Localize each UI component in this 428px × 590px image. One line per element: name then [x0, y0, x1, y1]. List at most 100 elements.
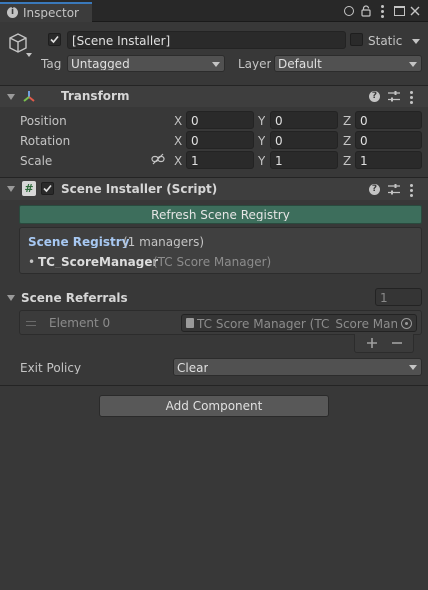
script-title: Scene Installer (Script) — [61, 183, 218, 195]
position-z-value: 0 — [360, 115, 368, 127]
tab-bar: i Inspector — [0, 0, 428, 22]
axis-z-label[interactable]: Z — [343, 115, 351, 127]
script-enabled-checkbox[interactable] — [41, 182, 54, 195]
position-z-field[interactable]: 0 — [355, 111, 422, 129]
divider — [0, 385, 428, 386]
exit-policy-label: Exit Policy — [20, 362, 82, 374]
circle-icon[interactable] — [344, 6, 354, 16]
refresh-registry-label: Refresh Scene Registry — [151, 209, 290, 221]
static-checkbox[interactable] — [350, 33, 363, 46]
context-menu-icon[interactable] — [410, 91, 413, 106]
position-y-field[interactable]: 0 — [270, 111, 338, 129]
axis-y-label[interactable]: Y — [258, 155, 265, 167]
scale-y-value: 1 — [275, 155, 283, 167]
presets-sliders-icon[interactable] — [388, 184, 400, 195]
scale-z-field[interactable]: 1 — [355, 151, 422, 169]
foldout-arrow-icon[interactable] — [7, 295, 15, 301]
help-icon[interactable]: ? — [369, 184, 380, 195]
script-header[interactable]: # Scene Installer (Script) ? — [0, 178, 428, 200]
script-file-icon — [186, 318, 194, 328]
help-icon[interactable]: ? — [369, 91, 380, 102]
axis-x-label[interactable]: X — [174, 155, 182, 167]
list-footer — [354, 334, 414, 353]
refresh-registry-button[interactable]: Refresh Scene Registry — [19, 205, 422, 224]
static-label: Static — [368, 35, 403, 47]
rotation-z-value: 0 — [360, 135, 368, 147]
object-name-input[interactable]: [Scene Installer] — [67, 31, 346, 49]
axis-z-label[interactable]: Z — [343, 135, 351, 147]
registry-title: Scene Registry — [28, 236, 130, 248]
lock-icon[interactable] — [361, 5, 371, 17]
position-y-value: 0 — [275, 115, 283, 127]
exit-policy-value: Clear — [177, 362, 209, 374]
menu-kebab-icon[interactable] — [381, 5, 384, 20]
object-name-text: [Scene Installer] — [72, 35, 171, 47]
drag-handle-icon[interactable] — [26, 321, 36, 326]
active-checkbox[interactable] — [48, 33, 61, 46]
add-component-label: Add Component — [165, 400, 263, 412]
manager-bullet: • — [28, 256, 36, 268]
element-label: Element 0 — [49, 317, 111, 329]
scale-x-field[interactable]: 1 — [186, 151, 254, 169]
position-x-field[interactable]: 0 — [186, 111, 254, 129]
layer-dropdown[interactable]: Default — [274, 55, 422, 72]
object-picker-icon[interactable] — [401, 318, 412, 329]
context-menu-icon[interactable] — [410, 184, 413, 199]
element-object-field[interactable]: TC Score Manager (TC_Score Manager) — [181, 314, 417, 332]
add-component-button[interactable]: Add Component — [99, 395, 329, 417]
static-dropdown-icon[interactable] — [412, 39, 420, 44]
rotation-x-field[interactable]: 0 — [186, 131, 254, 149]
transform-title: Transform — [61, 90, 130, 102]
foldout-arrow-icon[interactable] — [7, 186, 15, 192]
presets-sliders-icon[interactable] — [388, 91, 400, 102]
axis-x-label[interactable]: X — [174, 115, 182, 127]
position-x-value: 0 — [191, 115, 199, 127]
transform-axes-icon — [22, 90, 36, 104]
foldout-arrow-icon[interactable] — [7, 94, 15, 100]
tag-label: Tag — [41, 58, 62, 70]
info-icon: i — [7, 7, 18, 18]
csharp-script-icon: # — [22, 181, 36, 196]
axis-z-label[interactable]: Z — [343, 155, 351, 167]
manager-description: (TC Score Manager) — [153, 256, 272, 268]
referrals-size-field[interactable]: 1 — [375, 288, 422, 306]
constrain-proportions-icon[interactable] — [151, 153, 165, 165]
element-object-value: TC Score Manager (TC_Score Manager) — [197, 318, 397, 330]
gameobject-cube-icon[interactable] — [6, 31, 32, 59]
add-element-plus-icon[interactable] — [366, 337, 378, 349]
tag-dropdown[interactable]: Untagged — [67, 55, 225, 72]
scale-label: Scale — [20, 155, 53, 167]
layer-value: Default — [278, 58, 322, 70]
transform-header[interactable]: Transform ? — [0, 86, 428, 107]
layer-label: Layer — [238, 58, 272, 70]
rotation-label: Rotation — [20, 135, 71, 147]
tag-value: Untagged — [71, 58, 130, 70]
chevron-down-icon — [212, 62, 220, 67]
scale-z-value: 1 — [360, 155, 368, 167]
scale-x-value: 1 — [191, 155, 199, 167]
object-picker-dot — [405, 322, 408, 325]
rotation-x-value: 0 — [191, 135, 199, 147]
close-icon[interactable] — [409, 5, 421, 17]
chevron-down-icon — [409, 62, 417, 67]
registry-count: (1 managers) — [123, 236, 204, 248]
tab-title: Inspector — [23, 7, 79, 19]
axis-y-label[interactable]: Y — [258, 115, 265, 127]
position-label: Position — [20, 115, 67, 127]
rotation-y-value: 0 — [275, 135, 283, 147]
scale-y-field[interactable]: 1 — [270, 151, 338, 169]
scene-registry-box: Scene Registry (1 managers) • TC_ScoreMa… — [19, 227, 422, 274]
maximize-icon[interactable] — [394, 6, 405, 16]
tab-inspector[interactable]: i Inspector — [0, 2, 92, 22]
axis-y-label[interactable]: Y — [258, 135, 265, 147]
manager-name: TC_ScoreManager — [38, 256, 159, 268]
referrals-size-value: 1 — [380, 292, 388, 304]
exit-policy-dropdown[interactable]: Clear — [173, 358, 422, 376]
referrals-list: Element 0 TC Score Manager (TC_Score Man… — [19, 310, 422, 335]
rotation-y-field[interactable]: 0 — [270, 131, 338, 149]
axis-x-label[interactable]: X — [174, 135, 182, 147]
rotation-z-field[interactable]: 0 — [355, 131, 422, 149]
chevron-down-icon — [409, 365, 417, 370]
referrals-title[interactable]: Scene Referrals — [21, 292, 128, 304]
remove-element-minus-icon[interactable] — [391, 337, 403, 349]
